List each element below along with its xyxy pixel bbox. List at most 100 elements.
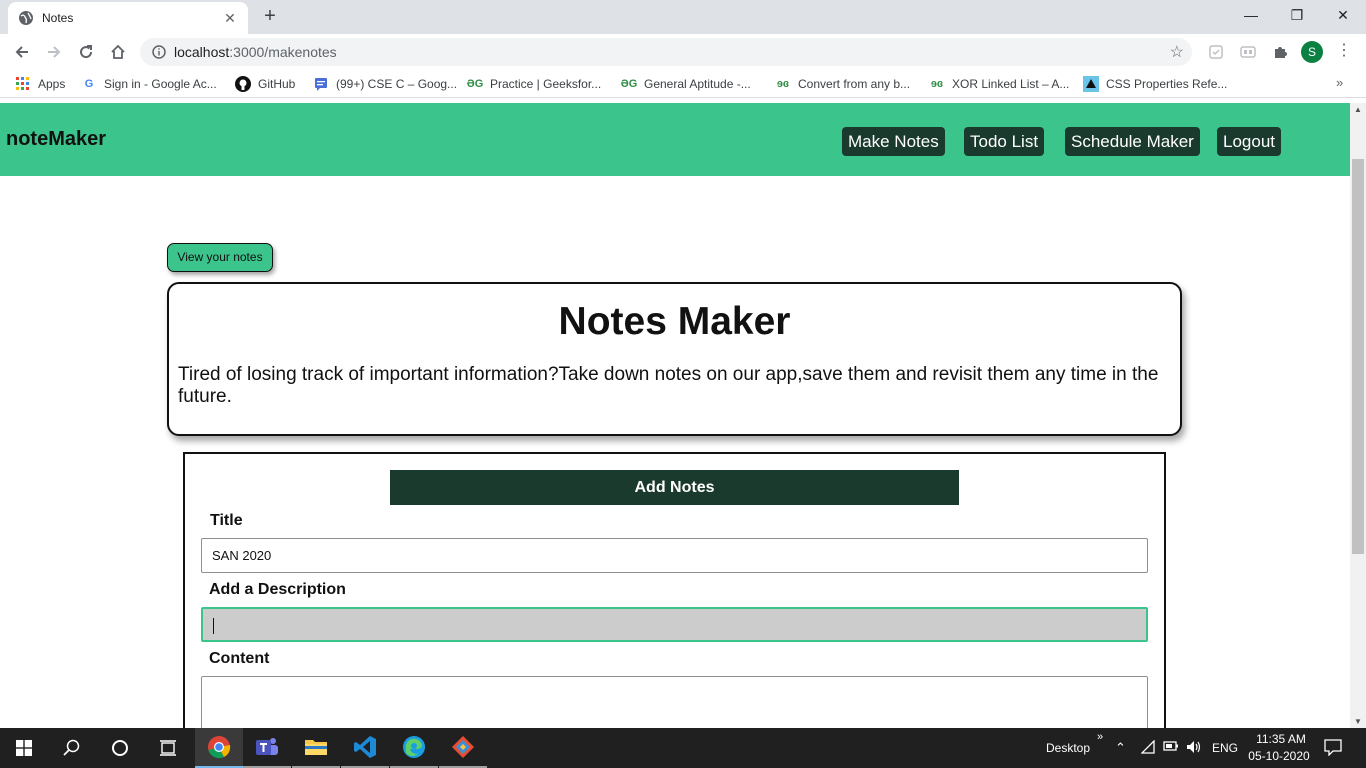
extension-button-1[interactable] (1206, 42, 1226, 62)
scroll-down-icon[interactable]: ▼ (1354, 717, 1362, 726)
bookmark-label: XOR Linked List – A... (952, 77, 1070, 91)
description-label: Add a Description (209, 581, 346, 598)
taskbar-git-gui[interactable] (439, 728, 487, 768)
new-tab-button[interactable]: + (258, 5, 282, 29)
text-caret (213, 617, 214, 634)
restore-window-button[interactable]: ❐ (1274, 0, 1320, 32)
extensions-button[interactable] (1270, 42, 1290, 62)
browser-menu-icon[interactable]: ⋮ (1336, 40, 1352, 60)
notifications-icon[interactable] (1324, 738, 1342, 759)
clock-date[interactable]: 05-10-2020 (1248, 749, 1310, 763)
taskbar-edge[interactable] (390, 728, 438, 768)
form-header: Add Notes (390, 470, 959, 505)
nav-schedule-maker[interactable]: Schedule Maker (1065, 127, 1200, 156)
wifi-icon[interactable] (1140, 739, 1155, 757)
address-bar[interactable]: localhost:3000/makenotes ☆ (140, 38, 1192, 66)
title-input[interactable]: SAN 2020 (201, 538, 1148, 573)
taskbar-chrome[interactable] (195, 728, 243, 768)
geeksforgeeks-icon: ƏG (466, 78, 484, 90)
geeksforgeeks-icon: ƏG (620, 78, 638, 90)
clock-time[interactable]: 11:35 AM (1251, 732, 1311, 746)
view-notes-button[interactable]: View your notes (167, 243, 273, 272)
bookmark-label: Practice | Geeksfor... (490, 77, 602, 91)
taskbar-file-explorer[interactable] (292, 728, 340, 768)
bookmark-xor-linked-list[interactable]: ɘɞ XOR Linked List – A... (929, 76, 1070, 92)
taskbar-teams[interactable] (243, 728, 291, 768)
browser-toolbar: localhost:3000/makenotes ☆ S ⋮ (0, 34, 1366, 70)
site-info-icon[interactable] (152, 45, 166, 59)
browser-tab-strip: Notes ✕ + ― ❐ ✕ (0, 0, 1366, 34)
search-icon (63, 739, 80, 756)
arrow-right-icon (48, 46, 61, 58)
bookmark-github[interactable]: GitHub (235, 76, 295, 92)
minimize-window-button[interactable]: ― (1228, 0, 1274, 32)
page-scrollbar[interactable]: ▲ ▼ (1350, 103, 1366, 728)
toolbar-overflow-icon[interactable]: » (1097, 731, 1103, 743)
scrollbar-thumb[interactable] (1352, 159, 1364, 554)
app-brand[interactable]: noteMaker (6, 128, 106, 151)
forward-button[interactable] (40, 38, 68, 66)
geeksforgeeks-icon: ɘɞ (930, 78, 944, 90)
folder-icon (305, 740, 327, 755)
nav-logout[interactable]: Logout (1217, 127, 1281, 156)
teams-icon (256, 738, 278, 755)
url-path: :3000/makenotes (229, 44, 337, 60)
close-window-button[interactable]: ✕ (1320, 0, 1366, 32)
bookmark-label: General Aptitude -... (644, 77, 751, 91)
search-button[interactable] (48, 728, 96, 768)
vscode-icon (354, 736, 376, 758)
bookmark-label: (99+) CSE C – Goog... (336, 77, 458, 91)
volume-icon[interactable] (1186, 740, 1202, 757)
taskbar-vscode[interactable] (341, 728, 389, 768)
windows-logo-icon (16, 740, 32, 756)
hero-description: Tired of losing track of important infor… (178, 364, 1159, 407)
add-notes-form: Add Notes Title SAN 2020 Add a Descripti… (183, 452, 1166, 728)
desktop-toolbar-label[interactable]: Desktop (1046, 741, 1090, 755)
task-view-icon (160, 740, 176, 756)
google-icon: G (84, 78, 94, 90)
url-host: localhost (174, 44, 230, 60)
app-navbar: noteMaker Make Notes Todo List Schedule … (0, 103, 1350, 176)
bookmark-google-chat[interactable]: (99+) CSE C – Goog... (313, 76, 457, 92)
bookmark-apps[interactable]: Apps (15, 76, 65, 92)
bookmark-css-properties[interactable]: CSS Properties Refe... (1083, 76, 1227, 92)
geeksforgeeks-icon: ɘɞ (776, 78, 790, 90)
extension-grid-icon (1240, 46, 1256, 58)
edge-icon (403, 736, 425, 758)
reload-button[interactable] (72, 38, 100, 66)
reload-icon (80, 45, 93, 59)
profile-avatar[interactable]: S (1301, 41, 1323, 63)
bookmark-label: CSS Properties Refe... (1106, 77, 1228, 91)
content-textarea[interactable] (201, 676, 1148, 728)
home-icon (111, 44, 125, 59)
extension-button-2[interactable] (1238, 42, 1258, 62)
language-indicator[interactable]: ENG (1212, 741, 1238, 755)
tab-title: Notes (42, 11, 74, 25)
google-chat-icon (313, 76, 329, 92)
more-bookmarks-icon[interactable]: » (1336, 75, 1343, 90)
arrow-left-icon (15, 46, 28, 58)
css-reference-icon (1083, 76, 1099, 92)
battery-icon[interactable] (1163, 740, 1179, 755)
hero-title: Notes Maker (558, 300, 791, 343)
content-label: Content (209, 650, 270, 667)
bookmark-star-icon[interactable]: ☆ (1170, 42, 1184, 62)
home-button[interactable] (104, 38, 132, 66)
cortana-button[interactable] (96, 728, 144, 768)
bookmark-general-aptitude[interactable]: ƏG General Aptitude -... (621, 76, 751, 92)
nav-make-notes[interactable]: Make Notes (842, 127, 945, 156)
description-input[interactable] (201, 607, 1148, 642)
browser-tab-notes[interactable]: Notes ✕ (8, 2, 248, 34)
scroll-up-icon[interactable]: ▲ (1354, 105, 1362, 114)
show-hidden-icons-icon[interactable]: ⌃ (1115, 740, 1126, 756)
bookmark-google-signin[interactable]: G Sign in - Google Ac... (81, 76, 217, 92)
back-button[interactable] (8, 38, 36, 66)
bookmark-convert[interactable]: ɘɞ Convert from any b... (775, 76, 910, 92)
task-view-button[interactable] (144, 728, 192, 768)
start-button[interactable] (0, 728, 48, 768)
bookmark-label: GitHub (258, 77, 296, 91)
nav-todo-list[interactable]: Todo List (964, 127, 1045, 156)
bookmark-geeksforgeeks-practice[interactable]: ƏG Practice | Geeksfor... (467, 76, 601, 92)
bookmark-label: Sign in - Google Ac... (104, 77, 217, 91)
close-tab-icon[interactable]: ✕ (222, 10, 238, 27)
